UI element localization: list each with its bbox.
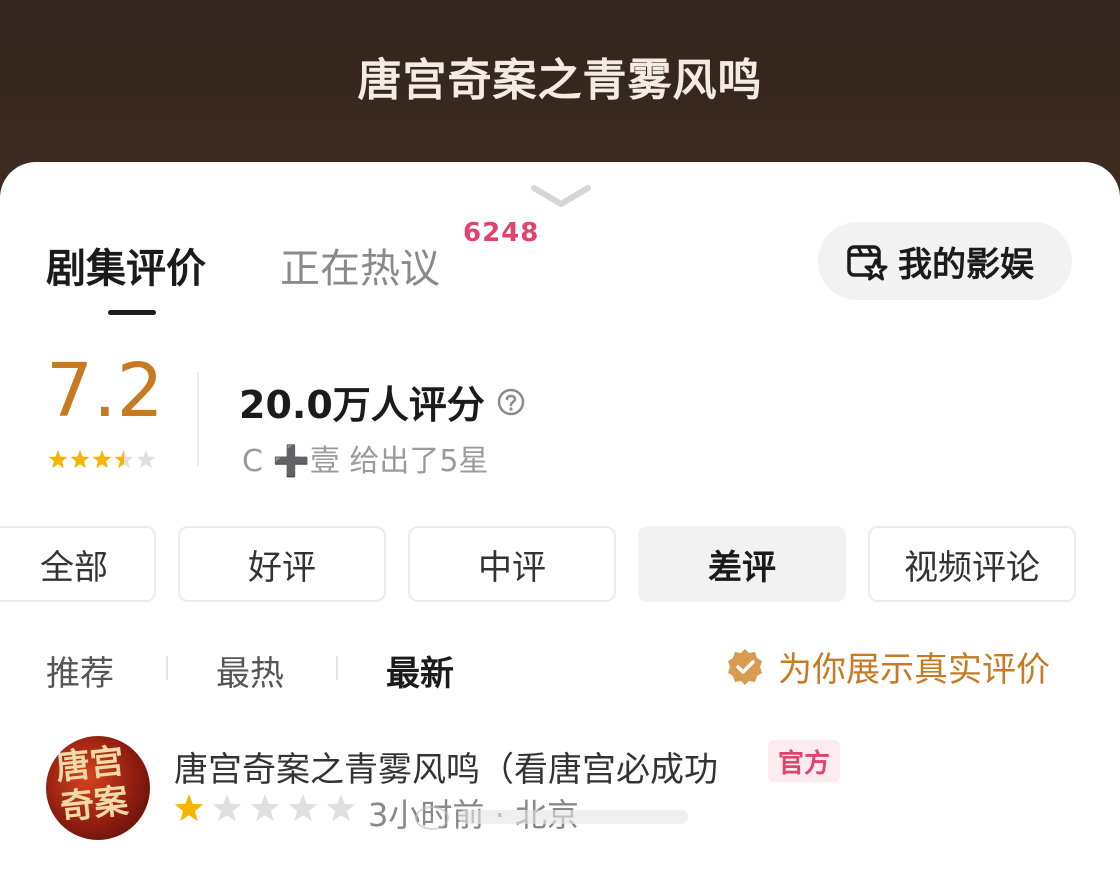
- filter-all[interactable]: 全部: [0, 526, 156, 602]
- real-review-notice[interactable]: 为你展示真实评价: [726, 642, 1050, 691]
- my-entertainment-label: 我的影娱: [898, 244, 1034, 285]
- star-icon: [326, 794, 356, 822]
- official-badge: 官方: [768, 740, 841, 782]
- sort-divider: [336, 656, 338, 680]
- filter-negative[interactable]: 差评: [638, 526, 846, 602]
- score-divider: [197, 372, 199, 466]
- question-circle-icon[interactable]: [497, 388, 525, 416]
- page-title: 唐宫奇案之青雾风鸣: [357, 55, 763, 106]
- active-tab-indicator: [108, 310, 156, 315]
- verified-badge-icon: [728, 648, 762, 685]
- star-icon: [48, 450, 68, 469]
- tab-series-review[interactable]: 剧集评价: [46, 236, 206, 294]
- filter-positive[interactable]: 好评: [178, 526, 386, 602]
- star-icon: [114, 450, 134, 469]
- chevron-down-icon[interactable]: [530, 184, 592, 208]
- filter-neutral[interactable]: 中评: [408, 526, 616, 602]
- rating-stars: [48, 450, 156, 469]
- avatar[interactable]: 唐宫奇案: [46, 736, 150, 840]
- star-icon: [92, 450, 112, 469]
- raters-text: 20.0万人评分: [239, 383, 485, 427]
- tab-hot-discussion[interactable]: 正在热议: [280, 236, 440, 294]
- friend-rating-line: C ➕壹 给出了5星: [242, 444, 489, 479]
- real-review-text: 为你展示真实评价: [778, 650, 1050, 690]
- my-entertainment-button[interactable]: 我的影娱: [818, 222, 1072, 300]
- rating-score: 7.2: [46, 348, 164, 434]
- sort-recommended[interactable]: 推荐: [46, 646, 114, 695]
- avatar-logo-text: 唐宫奇案: [54, 741, 131, 828]
- review-sheet: 剧集评价 正在热议 6248 我的影娱 7.2 20.0万人评分 C ➕壹 给出…: [0, 162, 1120, 882]
- watermark: [415, 806, 688, 830]
- star-icon: [70, 450, 90, 469]
- raters-count: 20.0万人评分: [239, 374, 525, 429]
- sort-latest[interactable]: 最新: [386, 646, 454, 695]
- filter-video-comments[interactable]: 视频评论: [868, 526, 1076, 602]
- star-icon: [174, 794, 204, 822]
- comment-rating-stars: [174, 794, 356, 822]
- film-star-icon: [847, 245, 888, 281]
- star-icon: [288, 794, 318, 822]
- comment-author-name[interactable]: 唐宫奇案之青雾风鸣（看唐宫必成功: [174, 742, 718, 791]
- hot-discussion-count-badge: 6248: [463, 218, 540, 248]
- star-icon: [212, 794, 242, 822]
- star-icon: [250, 794, 280, 822]
- sort-hottest[interactable]: 最热: [216, 646, 284, 695]
- star-icon: [136, 450, 156, 469]
- sort-divider: [166, 656, 168, 680]
